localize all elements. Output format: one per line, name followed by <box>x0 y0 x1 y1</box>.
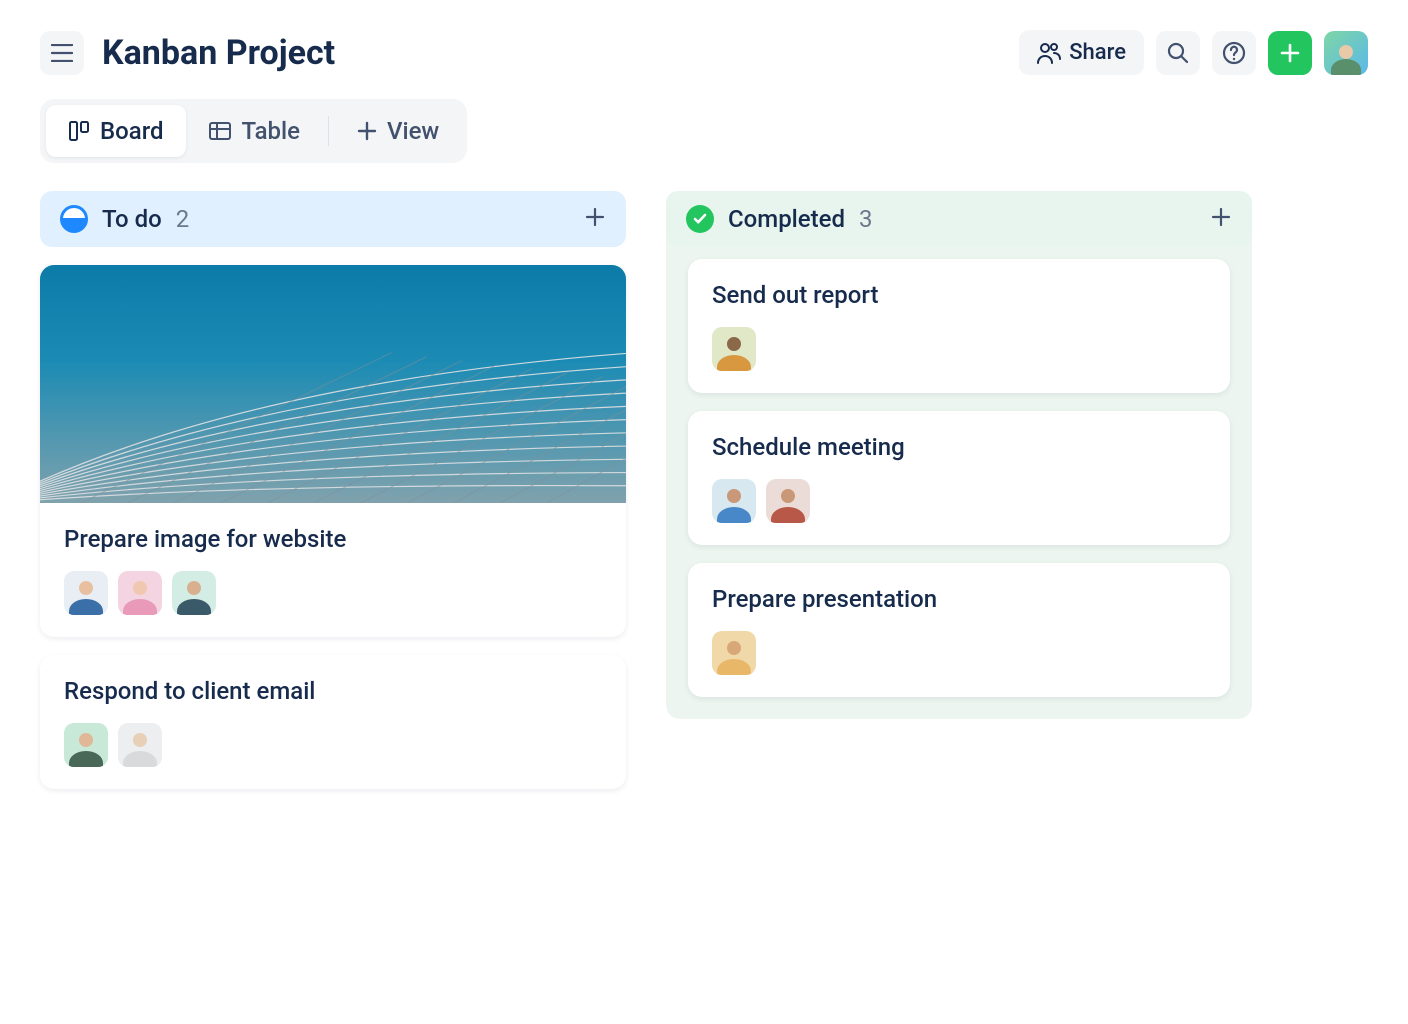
assignee-avatar[interactable] <box>118 723 162 767</box>
card-body: Send out report <box>688 259 1230 393</box>
card[interactable]: Schedule meeting <box>688 411 1230 545</box>
card[interactable]: Respond to client email <box>40 655 626 789</box>
plus-icon <box>1279 42 1301 64</box>
topbar: Kanban Project Share <box>40 30 1368 75</box>
user-avatar[interactable] <box>1324 31 1368 75</box>
board-columns: To do 2 <box>40 191 1368 807</box>
tab-table-label: Table <box>242 117 300 145</box>
share-label: Share <box>1069 40 1126 65</box>
topbar-left: Kanban Project <box>40 31 335 75</box>
card-title: Schedule meeting <box>712 433 1206 461</box>
card[interactable]: Send out report <box>688 259 1230 393</box>
menu-button[interactable] <box>40 31 84 75</box>
share-button[interactable]: Share <box>1019 30 1144 75</box>
plus-icon <box>357 121 377 141</box>
table-icon <box>208 121 232 141</box>
plus-icon <box>584 206 606 228</box>
card-cover-image <box>40 265 626 503</box>
tab-board-label: Board <box>100 117 164 145</box>
card-body: Prepare image for website <box>40 503 626 637</box>
assignee-avatar[interactable] <box>766 479 810 523</box>
assignee-avatar[interactable] <box>172 571 216 615</box>
card-title: Prepare image for website <box>64 525 602 553</box>
tab-separator <box>328 116 329 146</box>
column-count: 3 <box>859 205 873 233</box>
card-assignees <box>64 723 602 767</box>
column-add-button[interactable] <box>1210 206 1232 232</box>
completed-wrapper: Completed 3 Send out report <box>666 191 1252 719</box>
people-icon <box>1037 42 1061 64</box>
column-header-todo[interactable]: To do 2 <box>40 191 626 247</box>
assignee-avatar[interactable] <box>64 723 108 767</box>
assignee-avatar[interactable] <box>712 479 756 523</box>
assignee-avatar[interactable] <box>64 571 108 615</box>
column-add-button[interactable] <box>584 206 606 232</box>
check-icon <box>692 211 708 227</box>
tab-board[interactable]: Board <box>46 105 186 157</box>
completed-cards: Send out report Schedule meeting <box>666 247 1252 719</box>
card-title: Send out report <box>712 281 1206 309</box>
page-title: Kanban Project <box>102 33 335 73</box>
card[interactable]: Prepare presentation <box>688 563 1230 697</box>
card-body: Respond to client email <box>40 655 626 789</box>
status-todo-icon <box>60 205 88 233</box>
card-assignees <box>712 479 1206 523</box>
search-button[interactable] <box>1156 31 1200 75</box>
view-tabs: Board Table View <box>40 99 467 163</box>
card-assignees <box>712 631 1206 675</box>
tab-table[interactable]: Table <box>186 105 322 157</box>
card-body: Schedule meeting <box>688 411 1230 545</box>
tab-view-label: View <box>387 117 439 145</box>
assignee-avatar[interactable] <box>712 327 756 371</box>
assignee-avatar[interactable] <box>118 571 162 615</box>
help-button[interactable] <box>1212 31 1256 75</box>
assignee-avatar[interactable] <box>712 631 756 675</box>
help-icon <box>1222 41 1246 65</box>
card-body: Prepare presentation <box>688 563 1230 697</box>
column-completed: Completed 3 Send out report <box>666 191 1252 807</box>
search-icon <box>1167 42 1189 64</box>
card-assignees <box>712 327 1206 371</box>
add-button[interactable] <box>1268 31 1312 75</box>
column-header-completed[interactable]: Completed 3 <box>666 191 1252 247</box>
hamburger-icon <box>51 44 73 62</box>
card[interactable]: Prepare image for website <box>40 265 626 637</box>
column-title: Completed <box>728 205 845 233</box>
column-title: To do <box>102 205 162 233</box>
card-assignees <box>64 571 602 615</box>
plus-icon <box>1210 206 1232 228</box>
column-count: 2 <box>176 205 190 233</box>
topbar-right: Share <box>1019 30 1368 75</box>
status-done-icon <box>686 205 714 233</box>
card-title: Respond to client email <box>64 677 602 705</box>
column-todo: To do 2 <box>40 191 626 807</box>
tab-add-view[interactable]: View <box>335 105 461 157</box>
card-title: Prepare presentation <box>712 585 1206 613</box>
board-icon <box>68 120 90 142</box>
